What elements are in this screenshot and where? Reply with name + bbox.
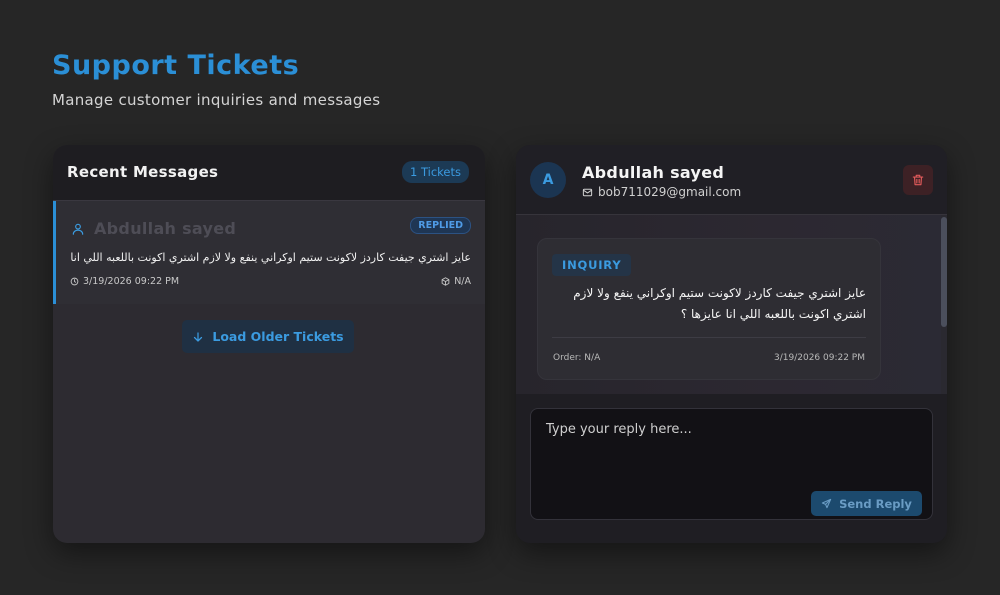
- ticket-order: N/A: [441, 276, 471, 287]
- tickets-list-header: Recent Messages 1 Tickets: [53, 145, 485, 201]
- load-older-tickets-button[interactable]: Load Older Tickets: [182, 320, 354, 353]
- send-reply-button[interactable]: Send Reply: [811, 491, 922, 516]
- ticket-count-badge: 1 Tickets: [402, 161, 469, 183]
- avatar: A: [530, 162, 566, 198]
- ticket-status-badge: REPLIED: [410, 217, 471, 234]
- ticket-customer-name: Abdullah sayed: [94, 219, 237, 238]
- page-subtitle: Manage customer inquiries and messages: [52, 91, 381, 109]
- mail-icon: [582, 187, 593, 198]
- page-title: Support Tickets: [52, 50, 300, 81]
- send-reply-label: Send Reply: [839, 496, 912, 511]
- messages-area[interactable]: INQUIRY عايز اشتري جيفت كاردز لاكونت ستي…: [516, 215, 947, 394]
- message-card: INQUIRY عايز اشتري جيفت كاردز لاكونت ستي…: [537, 238, 881, 380]
- scrollbar-thumb[interactable]: [941, 217, 947, 327]
- message-divider: [552, 337, 866, 338]
- box-icon: [441, 277, 450, 286]
- recent-messages-title: Recent Messages: [67, 163, 219, 181]
- ticket-date-text: 3/19/2026 09:22 PM: [83, 276, 180, 287]
- user-icon: [71, 222, 85, 236]
- tickets-list-panel: Recent Messages 1 Tickets Abdullah sayed…: [53, 145, 485, 543]
- message-timestamp: 3/19/2026 09:22 PM: [774, 353, 865, 363]
- delete-ticket-button[interactable]: [903, 165, 933, 195]
- message-order: Order: N/A: [553, 353, 601, 363]
- conversation-header: A Abdullah sayed bob711029@gmail.com: [516, 145, 947, 215]
- ticket-list-item[interactable]: Abdullah sayed REPLIED عايز اشتري جيفت ك…: [53, 201, 485, 304]
- clock-icon: [70, 277, 79, 286]
- contact-email: bob711029@gmail.com: [582, 185, 741, 199]
- contact-name: Abdullah sayed: [582, 163, 725, 182]
- message-type-badge: INQUIRY: [552, 254, 632, 276]
- conversation-panel: A Abdullah sayed bob711029@gmail.com INQ…: [516, 145, 947, 543]
- send-icon: [821, 498, 832, 509]
- arrow-down-icon: [192, 331, 204, 343]
- message-text: عايز اشتري جيفت كاردز لاكونت ستيم اوكران…: [573, 286, 866, 321]
- trash-icon: [911, 173, 925, 187]
- ticket-order-text: N/A: [454, 276, 471, 287]
- load-older-label: Load Older Tickets: [212, 329, 344, 344]
- ticket-message-preview: عايز اشتري جيفت كاردز لاكونت ستيم اوكران…: [70, 251, 471, 264]
- reply-area: Send Reply: [516, 394, 947, 543]
- messages-scrollbar[interactable]: [941, 215, 947, 394]
- contact-email-text: bob711029@gmail.com: [598, 185, 742, 199]
- ticket-date: 3/19/2026 09:22 PM: [70, 276, 179, 287]
